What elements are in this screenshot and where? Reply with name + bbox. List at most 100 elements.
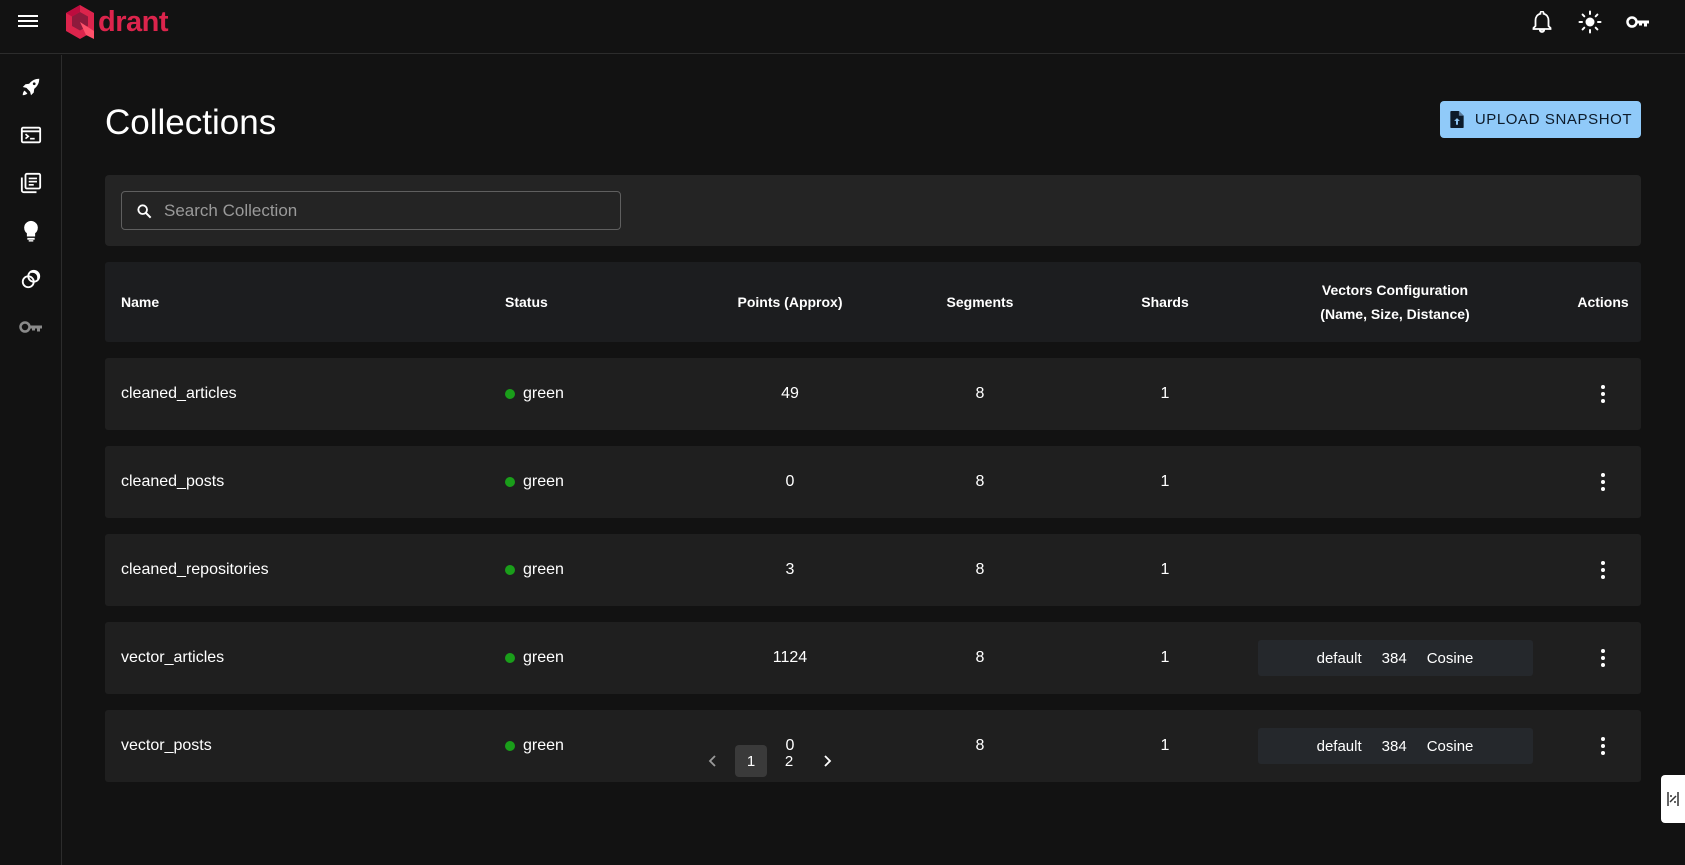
status-cell: green (505, 358, 564, 430)
more-vert-icon[interactable] (1591, 470, 1615, 494)
sidebar-nav (0, 55, 62, 865)
vector-config-chip: default 384 Cosine (1257, 728, 1533, 764)
status-dot (505, 477, 515, 487)
vector-name: default (1316, 737, 1362, 755)
key-icon[interactable] (1625, 9, 1651, 35)
search-input[interactable] (164, 200, 604, 221)
vector-size: 384 (1381, 649, 1407, 667)
table-row[interactable]: cleaned_repositories green 3 8 1 (105, 534, 1641, 606)
collections-table: Name Status Points (Approx) Segments Sha… (105, 262, 1641, 798)
vectors-config-cell (1242, 358, 1548, 430)
sun-icon[interactable] (1577, 9, 1603, 35)
segments-value: 8 (975, 649, 985, 666)
logo-text: drant (98, 5, 169, 38)
vector-distance: Cosine (1426, 737, 1474, 755)
status-cell: green (505, 446, 564, 518)
points-value: 49 (781, 385, 799, 402)
chevron-right-icon (824, 755, 832, 767)
search-field[interactable] (121, 191, 621, 230)
collection-name[interactable]: cleaned_repositories (121, 534, 269, 606)
shards-value: 1 (1160, 649, 1170, 666)
search-panel (105, 175, 1641, 246)
page-button-2[interactable]: 2 (773, 745, 805, 777)
chevron-left-icon (708, 755, 716, 767)
menu-icon[interactable] (18, 12, 40, 30)
header-status: Status (505, 294, 548, 310)
header-actions: Actions (1577, 294, 1629, 310)
upload-snapshot-label: UPLOAD SNAPSHOT (1474, 111, 1633, 128)
sidebar-item-access-tokens[interactable] (0, 303, 62, 351)
segments-value: 8 (975, 385, 985, 402)
prev-page-button[interactable] (697, 745, 729, 777)
collection-name[interactable]: cleaned_posts (121, 446, 224, 518)
status-text: green (523, 385, 564, 402)
more-vert-icon[interactable] (1591, 558, 1615, 582)
rocket-icon (22, 78, 40, 96)
status-text: green (523, 473, 564, 490)
status-text: green (523, 561, 564, 578)
upload-file-icon (1450, 110, 1464, 129)
header-segments: Segments (946, 294, 1014, 310)
vectors-config-cell (1242, 446, 1548, 518)
status-text: green (523, 737, 564, 754)
table-row[interactable]: cleaned_articles green 49 8 1 (105, 358, 1641, 430)
sidebar-item-datasets[interactable] (0, 255, 62, 303)
more-vert-icon[interactable] (1591, 382, 1615, 406)
qdrant-logo[interactable]: drant (64, 4, 169, 40)
status-cell: green (505, 710, 564, 782)
vectors-config-cell: default 384 Cosine (1242, 622, 1548, 694)
header-vectors-config: Vectors Configuration (Name, Size, Dista… (1242, 262, 1548, 342)
collection-name[interactable]: cleaned_articles (121, 358, 237, 430)
table-row[interactable]: vector_articles green 1124 8 1 default 3… (105, 622, 1641, 694)
collection-name[interactable]: vector_posts (121, 710, 212, 782)
collection-name[interactable]: vector_articles (121, 622, 224, 694)
vector-name: default (1316, 649, 1362, 667)
vector-config-chip: default 384 Cosine (1257, 640, 1533, 676)
vector-size: 384 (1381, 737, 1407, 755)
bell-icon[interactable] (1529, 9, 1555, 35)
top-app-bar: drant (0, 0, 1685, 54)
points-value: 3 (785, 561, 795, 578)
key-icon (19, 321, 42, 333)
sidebar-item-welcome[interactable] (0, 63, 62, 111)
datasets-icon (21, 269, 41, 289)
status-dot (505, 565, 515, 575)
next-page-button[interactable] (811, 745, 843, 777)
shards-value: 1 (1160, 473, 1170, 490)
sidebar-item-console[interactable] (0, 111, 62, 159)
more-vert-icon[interactable] (1591, 734, 1615, 758)
page-title: Collections (105, 103, 277, 142)
status-dot (505, 653, 515, 663)
sidebar-item-tutorial[interactable] (0, 207, 62, 255)
library-icon (20, 172, 42, 194)
header-shards: Shards (1141, 294, 1189, 310)
vectors-config-cell (1242, 534, 1548, 606)
shards-value: 1 (1160, 385, 1170, 402)
upload-snapshot-button[interactable]: UPLOAD SNAPSHOT (1440, 101, 1641, 138)
table-row[interactable]: vector_posts green 0 8 1 default 384 Cos… (105, 710, 1641, 782)
sidebar-item-collections[interactable] (0, 159, 62, 207)
shards-value: 1 (1160, 561, 1170, 578)
status-cell: green (505, 622, 564, 694)
status-cell: green (505, 534, 564, 606)
segments-value: 8 (975, 561, 985, 578)
qdrant-logo-mark (66, 5, 94, 39)
collapse-icon (1667, 792, 1679, 806)
header-points: Points (Approx) (737, 294, 843, 310)
shards-value: 1 (1160, 737, 1170, 754)
points-value: 1124 (772, 649, 808, 666)
header-name: Name (121, 294, 160, 310)
segments-value: 8 (975, 737, 985, 754)
table-header-row: Name Status Points (Approx) Segments Sha… (105, 262, 1641, 342)
table-row[interactable]: cleaned_posts green 0 8 1 (105, 446, 1641, 518)
header-vectors-line2: (Name, Size, Distance) (1320, 306, 1470, 322)
console-icon (20, 126, 42, 144)
segments-value: 8 (975, 473, 985, 490)
status-dot (505, 741, 515, 751)
vector-distance: Cosine (1426, 649, 1474, 667)
floating-side-tab[interactable] (1661, 775, 1685, 823)
more-vert-icon[interactable] (1591, 646, 1615, 670)
lightbulb-icon (24, 220, 38, 242)
page-button-1[interactable]: 1 (735, 745, 767, 777)
header-vectors-line1: Vectors Configuration (1321, 282, 1469, 298)
